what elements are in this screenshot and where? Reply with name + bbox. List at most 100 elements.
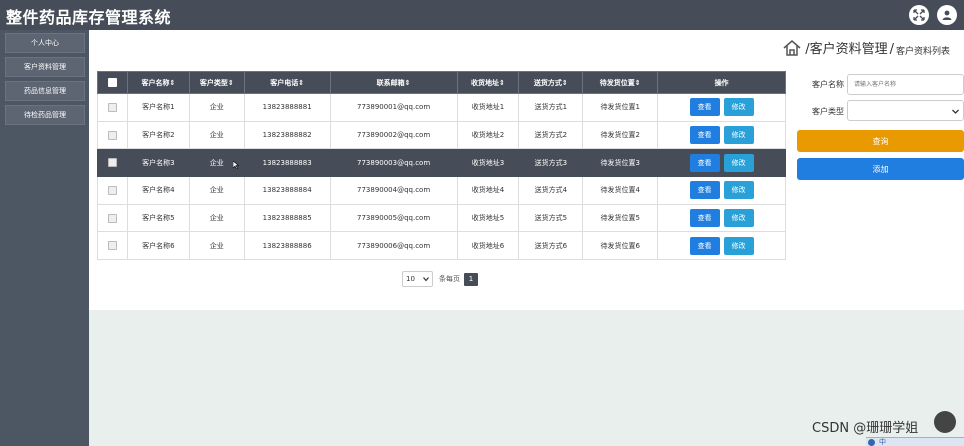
email-cell: 773890001@qq.com <box>329 93 458 122</box>
sidebar-item-label: 待检药品管理 <box>24 111 66 119</box>
name-cell: 客户名称2 <box>126 120 190 150</box>
page-button-current[interactable]: 1 <box>464 272 478 286</box>
delivery-cell: 送货方式6 <box>518 231 584 261</box>
view-button[interactable]: 查看 <box>689 98 720 117</box>
name-cell: 客户名称6 <box>126 231 190 261</box>
home-icon[interactable] <box>782 39 802 57</box>
address-cell: 收货地址4 <box>456 176 520 205</box>
delivery-cell: 送货方式4 <box>518 176 584 205</box>
row-checkbox[interactable] <box>107 158 117 168</box>
column-header-address[interactable]: 收货地址⇕ <box>456 71 520 94</box>
sidebar-item-pending-inspection[interactable]: 待检药品管理 <box>5 105 85 125</box>
column-header-delivery[interactable]: 送货方式⇕ <box>518 71 584 94</box>
sidebar-item-drug-info[interactable]: 药品信息管理 <box>5 81 85 101</box>
view-button[interactable]: 查看 <box>689 236 720 255</box>
sidebar-item-personal-center[interactable]: 个人中心 <box>5 33 85 53</box>
email-cell: 773890005@qq.com <box>329 203 458 233</box>
address-cell: 收货地址2 <box>456 120 520 150</box>
row-checkbox[interactable] <box>107 130 117 140</box>
edit-button[interactable]: 修改 <box>723 153 754 172</box>
actions-cell: 查看 修改 <box>657 231 786 261</box>
column-header-actions: 操作 <box>657 71 786 94</box>
user-icon[interactable] <box>937 5 957 25</box>
row-select-cell <box>97 148 128 178</box>
row-select-cell <box>97 231 128 261</box>
table-row[interactable]: 客户名称2 企业 13823888882 773890002@qq.com 收货地址2 送… <box>97 120 786 150</box>
edit-button[interactable]: 修改 <box>723 236 754 255</box>
column-header-location[interactable]: 待发货位置⇕ <box>582 71 659 94</box>
select-all-checkbox[interactable] <box>107 78 117 87</box>
row-checkbox[interactable] <box>107 185 117 195</box>
phone-cell: 13823888884 <box>243 176 331 205</box>
name-cell: 客户名称1 <box>126 93 190 122</box>
table-row[interactable]: 客户名称3 企业 13823888883 773890003@qq.com 收货地址3 送… <box>97 148 786 178</box>
email-cell: 773890006@qq.com <box>329 231 458 261</box>
email-cell: 773890003@qq.com <box>329 148 458 178</box>
row-checkbox[interactable] <box>107 213 117 223</box>
delivery-cell: 送货方式2 <box>518 120 584 150</box>
row-checkbox[interactable] <box>107 241 117 251</box>
edit-button[interactable]: 修改 <box>723 126 754 145</box>
select-all-cell <box>97 71 128 94</box>
actions-cell: 查看 修改 <box>657 120 786 150</box>
delivery-cell: 送货方式1 <box>518 93 584 122</box>
actions-cell: 查看 修改 <box>657 203 786 233</box>
location-cell: 待发货位置3 <box>582 148 659 178</box>
table-header-row: 客户名称⇕ 客户类型⇕ 客户电话⇕ 联系邮箱⇕ 收货地址⇕ 送货方式⇕ 待发货位… <box>97 71 786 94</box>
location-cell: 待发货位置5 <box>582 203 659 233</box>
column-header-phone[interactable]: 客户电话⇕ <box>243 71 331 94</box>
floating-action-button[interactable] <box>934 411 956 433</box>
table-row[interactable]: 客户名称1 企业 13823888881 773890001@qq.com 收货地址1 送… <box>97 93 786 122</box>
name-cell: 客户名称5 <box>126 203 190 233</box>
address-cell: 收货地址6 <box>456 231 520 261</box>
table-row[interactable]: 客户名称4 企业 13823888884 773890004@qq.com 收货地址4 送… <box>97 176 786 205</box>
row-select-cell <box>97 93 128 122</box>
row-select-cell <box>97 176 128 205</box>
pagination: 10 条每页 1 <box>402 271 478 287</box>
breadcrumb-separator: / <box>889 42 894 57</box>
phone-cell: 13823888885 <box>243 203 331 233</box>
address-cell: 收货地址5 <box>456 203 520 233</box>
add-button[interactable]: 添加 <box>797 158 964 180</box>
customer-name-input[interactable] <box>847 74 964 95</box>
chevron-down-icon <box>423 277 429 282</box>
column-header-name[interactable]: 客户名称⇕ <box>126 71 190 94</box>
view-button[interactable]: 查看 <box>689 126 720 145</box>
email-cell: 773890002@qq.com <box>329 120 458 150</box>
breadcrumb-section[interactable]: 客户资料管理 <box>810 38 888 57</box>
mouse-cursor-icon <box>233 161 239 169</box>
breadcrumb-page: 客户资料列表 <box>895 47 950 57</box>
delivery-cell: 送货方式3 <box>518 148 584 178</box>
fullscreen-icon[interactable] <box>909 5 929 25</box>
row-checkbox[interactable] <box>107 102 117 112</box>
address-cell: 收货地址1 <box>456 93 520 122</box>
actions-cell: 查看 修改 <box>657 148 786 178</box>
ime-logo-icon <box>868 438 875 446</box>
query-button[interactable]: 查询 <box>797 130 964 152</box>
row-select-cell <box>97 203 128 233</box>
table-row[interactable]: 客户名称5 企业 13823888885 773890005@qq.com 收货地址5 送… <box>97 203 786 233</box>
location-cell: 待发货位置6 <box>582 231 659 261</box>
column-header-type[interactable]: 客户类型⇕ <box>188 71 245 94</box>
column-header-email[interactable]: 联系邮箱⇕ <box>329 71 458 94</box>
sidebar-item-label: 药品信息管理 <box>24 87 66 95</box>
table-row[interactable]: 客户名称6 企业 13823888886 773890006@qq.com 收货地址6 送… <box>97 231 786 261</box>
customer-type-select[interactable] <box>847 100 964 121</box>
sidebar-item-label: 客户资料管理 <box>24 63 66 71</box>
location-cell: 待发货位置4 <box>582 176 659 205</box>
edit-button[interactable]: 修改 <box>723 209 754 228</box>
customer-type-label: 客户类型 <box>812 107 844 116</box>
edit-button[interactable]: 修改 <box>723 98 754 117</box>
type-cell: 企业 <box>188 203 245 233</box>
location-cell: 待发货位置2 <box>582 120 659 150</box>
edit-button[interactable]: 修改 <box>723 181 754 200</box>
sidebar-item-customer-management[interactable]: 客户资料管理 <box>5 57 85 77</box>
ime-mode-label[interactable]: 中 <box>879 437 886 446</box>
view-button[interactable]: 查看 <box>689 181 720 200</box>
watermark: CSDN @珊珊学姐 <box>812 421 919 436</box>
sidebar-item-label: 个人中心 <box>31 39 59 47</box>
phone-cell: 13823888881 <box>243 93 331 122</box>
view-button[interactable]: 查看 <box>689 153 720 172</box>
page-size-select[interactable]: 10 <box>402 271 433 287</box>
view-button[interactable]: 查看 <box>689 209 720 228</box>
